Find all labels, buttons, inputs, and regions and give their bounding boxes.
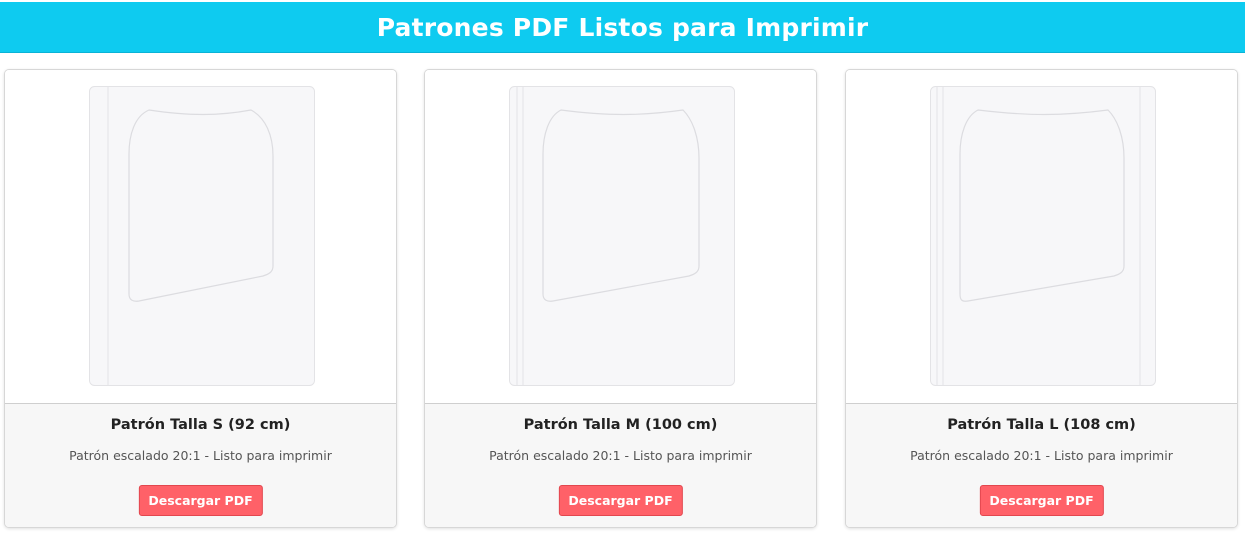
download-pdf-button[interactable]: Descargar PDF xyxy=(558,485,683,516)
card-title: Patrón Talla S (92 cm) xyxy=(110,417,291,433)
card-title: Patrón Talla L (108 cm) xyxy=(947,417,1136,433)
card-description: Patrón escalado 20:1 - Listo para imprim… xyxy=(910,448,1173,463)
pattern-card-s: Patrón Talla S (92 cm) Patrón escalado 2… xyxy=(4,69,397,528)
card-footer: Patrón Talla L (108 cm) Patrón escalado … xyxy=(846,404,1237,527)
card-description: Patrón escalado 20:1 - Listo para imprim… xyxy=(69,448,332,463)
card-footer: Patrón Talla M (100 cm) Patrón escalado … xyxy=(425,404,816,527)
card-footer: Patrón Talla S (92 cm) Patrón escalado 2… xyxy=(5,404,396,527)
pattern-preview[interactable] xyxy=(5,70,396,404)
pattern-card-m: Patrón Talla M (100 cm) Patrón escalado … xyxy=(424,69,817,528)
download-pdf-button[interactable]: Descargar PDF xyxy=(979,485,1104,516)
pattern-preview[interactable] xyxy=(425,70,816,404)
card-title: Patrón Talla M (100 cm) xyxy=(523,417,718,433)
card-description: Patrón escalado 20:1 - Listo para imprim… xyxy=(489,448,752,463)
pattern-preview[interactable] xyxy=(846,70,1237,404)
pattern-cards: Patrón Talla S (92 cm) Patrón escalado 2… xyxy=(0,0,1245,533)
download-pdf-button[interactable]: Descargar PDF xyxy=(138,485,263,516)
pattern-preview-icon xyxy=(930,86,1156,386)
pattern-card-l: Patrón Talla L (108 cm) Patrón escalado … xyxy=(845,69,1238,528)
pattern-preview-icon xyxy=(509,86,735,386)
pattern-preview-icon xyxy=(89,86,315,386)
